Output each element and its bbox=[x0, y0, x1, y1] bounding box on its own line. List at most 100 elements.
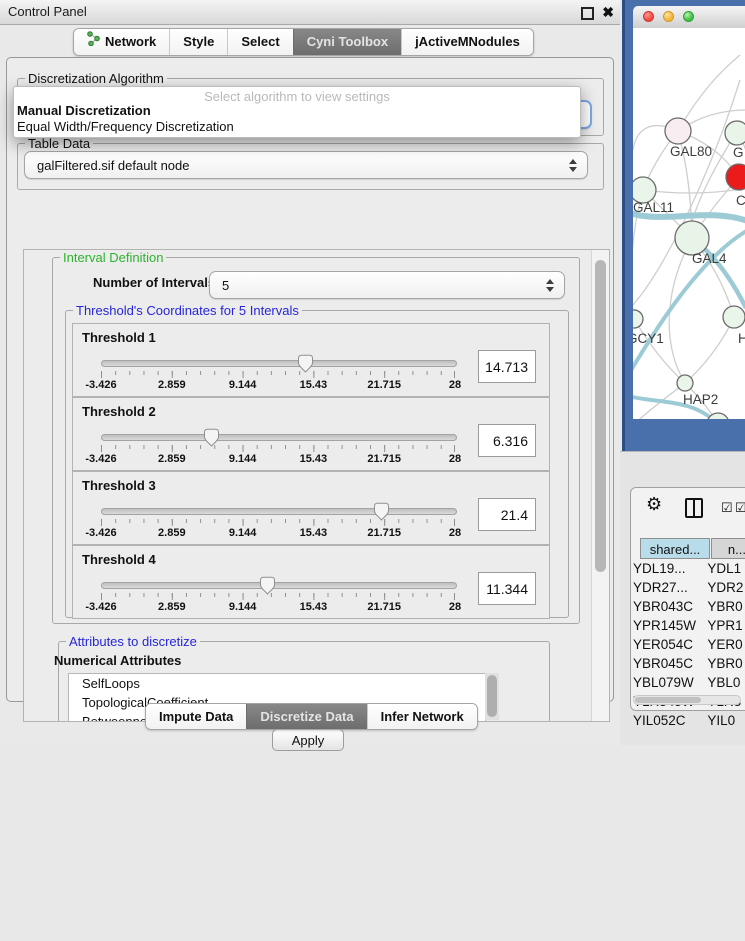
tab-label: Style bbox=[183, 29, 214, 55]
slider-track[interactable] bbox=[101, 582, 457, 589]
bottom-tab-bar: Impute DataDiscretize DataInfer Network bbox=[145, 703, 478, 730]
network-node-gal80[interactable] bbox=[665, 118, 691, 144]
tick-label: 9.144 bbox=[211, 601, 275, 613]
stepper-icon[interactable] bbox=[564, 159, 582, 172]
tab-impute-data[interactable]: Impute Data bbox=[146, 704, 246, 729]
gear-icon[interactable]: ⚙ bbox=[646, 494, 662, 515]
network-node-h[interactable] bbox=[723, 306, 745, 328]
minimize-traffic-light-icon[interactable] bbox=[663, 11, 674, 22]
node-label: GAL80 bbox=[670, 144, 712, 159]
network-node[interactable] bbox=[707, 413, 729, 419]
cell-name: YBR0 bbox=[707, 599, 745, 618]
slider-ticks bbox=[101, 371, 455, 378]
network-icon bbox=[87, 29, 100, 55]
tab-select[interactable]: Select bbox=[227, 29, 292, 55]
algorithm-dropdown-popup: Select algorithm to view settings Manual… bbox=[13, 86, 581, 138]
close-icon[interactable]: ✖ bbox=[602, 0, 614, 24]
threshold-panel: Threshold 3 -3.4262.8599.14415.4321.7152… bbox=[72, 471, 550, 545]
node-label: GAL11 bbox=[633, 200, 674, 215]
cyni-toolbox-panel: Discretization Algorithm Table Data galF… bbox=[6, 57, 614, 702]
table-row[interactable]: YPR145WYPR1 bbox=[633, 618, 745, 637]
column-header-shared[interactable]: shared... bbox=[640, 538, 710, 559]
network-node-g[interactable] bbox=[725, 121, 745, 145]
number-of-intervals-label: Number of Intervals bbox=[93, 275, 215, 290]
cell-shared-name: YBR043C bbox=[633, 599, 707, 618]
threshold-slider[interactable]: -3.4262.8599.14415.4321.71528 bbox=[101, 502, 455, 542]
tab-label: Select bbox=[241, 29, 279, 55]
threshold-value-box[interactable]: 21.4 bbox=[478, 498, 536, 531]
cell-name: YER0 bbox=[707, 637, 745, 656]
group-title: Interval Definition bbox=[60, 250, 166, 265]
numerical-attributes-label: Numerical Attributes bbox=[54, 653, 181, 668]
thresholds-group: Threshold's Coordinates for 5 Intervals … bbox=[65, 310, 569, 618]
cell-shared-name: YBR045C bbox=[633, 656, 707, 675]
cell-name: YBR0 bbox=[707, 656, 745, 675]
number-of-intervals-combobox[interactable]: 5 bbox=[209, 271, 565, 299]
threshold-value-box[interactable]: 6.316 bbox=[478, 424, 536, 457]
panel-vertical-scrollbar[interactable] bbox=[591, 250, 609, 721]
threshold-value-box[interactable]: 14.713 bbox=[478, 350, 536, 383]
float-window-icon[interactable] bbox=[581, 7, 594, 20]
checkbox-checked-icon[interactable]: ☑ bbox=[735, 500, 745, 516]
cell-shared-name: YPR145W bbox=[633, 618, 707, 637]
network-node-hap2[interactable] bbox=[677, 375, 693, 391]
node-label: GAL4 bbox=[692, 251, 727, 266]
slider-ticks bbox=[101, 593, 455, 600]
tick-label: 21.715 bbox=[352, 601, 416, 613]
zoom-traffic-light-icon[interactable] bbox=[683, 11, 694, 22]
apply-button[interactable]: Apply bbox=[272, 729, 344, 751]
table-row[interactable]: YBL079WYBL0 bbox=[633, 675, 745, 694]
attribute-list-item[interactable]: SelfLoops bbox=[69, 674, 485, 693]
slider-tick-labels: -3.4262.8599.14415.4321.71528 bbox=[101, 601, 455, 613]
tab-style[interactable]: Style bbox=[169, 29, 227, 55]
tab-cyni-toolbox[interactable]: Cyni Toolbox bbox=[293, 29, 401, 55]
threshold-panel: Threshold 4 -3.4262.8599.14415.4321.7152… bbox=[72, 545, 550, 619]
threshold-slider[interactable]: -3.4262.8599.14415.4321.71528 bbox=[101, 576, 455, 616]
tick-label: 21.715 bbox=[352, 527, 416, 539]
scrollbar-thumb[interactable] bbox=[635, 697, 701, 703]
checkbox-checked-icon[interactable]: ☑ bbox=[721, 500, 733, 516]
attributes-list-scrollbar[interactable] bbox=[485, 673, 499, 720]
column-layout-icon[interactable] bbox=[685, 498, 703, 518]
network-node-c[interactable] bbox=[726, 164, 745, 190]
tick-label: 9.144 bbox=[211, 379, 275, 391]
threshold-slider[interactable]: -3.4262.8599.14415.4321.71528 bbox=[101, 428, 455, 468]
tab-label: jActiveMNodules bbox=[415, 29, 520, 55]
table-data-combobox[interactable]: galFiltered.sif default node bbox=[24, 151, 588, 179]
table-horizontal-scrollbar[interactable] bbox=[633, 695, 741, 705]
table-row[interactable]: YER054CYER0 bbox=[633, 637, 745, 656]
threshold-value-box[interactable]: 11.344 bbox=[478, 572, 536, 605]
algorithm-option[interactable]: Equal Width/Frequency Discretization bbox=[17, 119, 234, 134]
tab-jactivemnodules[interactable]: jActiveMNodules bbox=[401, 29, 533, 55]
group-title: Table Data bbox=[25, 136, 93, 151]
algorithm-option[interactable]: Manual Discretization bbox=[17, 103, 151, 118]
stepper-icon[interactable] bbox=[541, 279, 559, 292]
close-traffic-light-icon[interactable] bbox=[643, 11, 654, 22]
cell-name: YPR1 bbox=[707, 618, 745, 637]
settings-scroll-area: Interval Definition Number of Intervals … bbox=[23, 249, 610, 722]
network-node-gal4[interactable] bbox=[675, 221, 709, 255]
tab-infer-network[interactable]: Infer Network bbox=[367, 704, 477, 729]
table-row[interactable]: YDL19...YDL1 bbox=[633, 561, 745, 580]
tick-label: -3.426 bbox=[69, 379, 133, 391]
scrollbar-thumb[interactable] bbox=[487, 675, 497, 717]
tab-discretize-data[interactable]: Discretize Data bbox=[246, 704, 366, 729]
scrollbar-thumb[interactable] bbox=[595, 260, 606, 572]
table-row[interactable]: YIL052CYIL0 bbox=[633, 713, 745, 732]
slider-ticks bbox=[101, 445, 455, 452]
table-row[interactable]: YBR045CYBR0 bbox=[633, 656, 745, 675]
slider-track[interactable] bbox=[101, 508, 457, 515]
column-header-name[interactable]: n... bbox=[711, 538, 745, 559]
threshold-slider[interactable]: -3.4262.8599.14415.4321.71528 bbox=[101, 354, 455, 394]
table-row[interactable]: YBR043CYBR0 bbox=[633, 599, 745, 618]
group-title: Attributes to discretize bbox=[66, 634, 200, 649]
tab-network[interactable]: Network bbox=[74, 29, 169, 55]
control-panel: Control Panel ✖ NetworkStyleSelectCyni T… bbox=[0, 0, 620, 745]
node-label: C bbox=[736, 193, 745, 208]
slider-track[interactable] bbox=[101, 360, 457, 367]
interval-definition-group: Interval Definition Number of Intervals … bbox=[52, 257, 580, 624]
table-row[interactable]: YDR27...YDR2 bbox=[633, 580, 745, 599]
network-node-gcy1[interactable] bbox=[633, 310, 643, 328]
network-canvas[interactable]: GAL80GCGAL11GAL4GCY1HHAP2 bbox=[633, 28, 745, 419]
slider-track[interactable] bbox=[101, 434, 457, 441]
